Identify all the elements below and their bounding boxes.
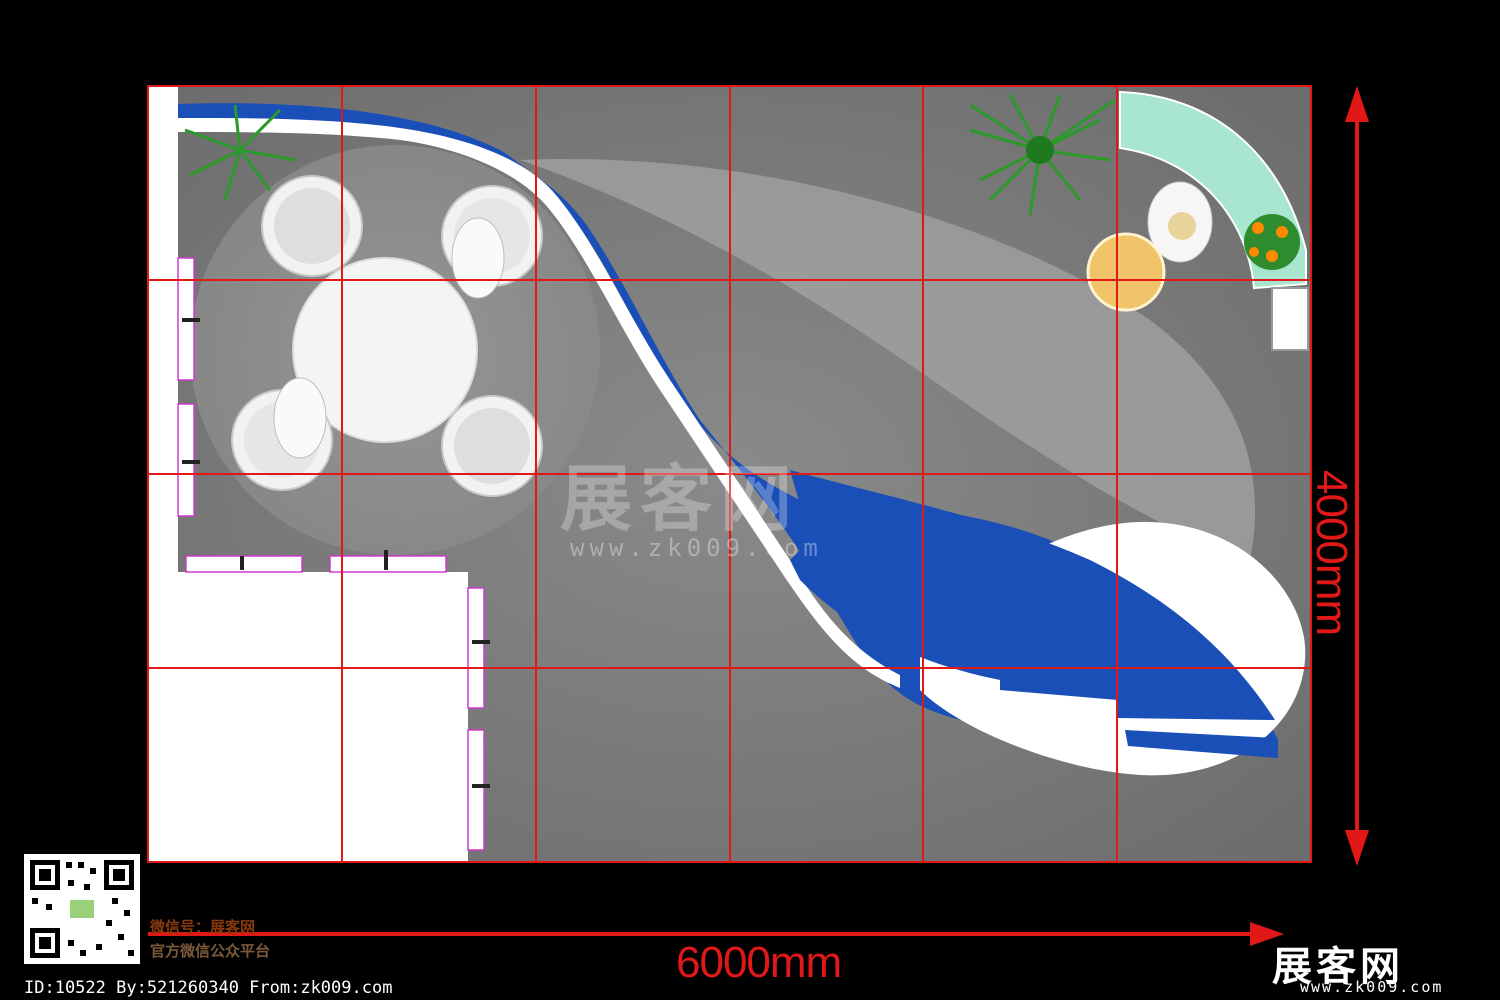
- image-id-line: ID:10522 By:521260340 From:zk009.com: [24, 978, 393, 998]
- chair-icon: [261, 175, 363, 277]
- center-watermark-url: www.zk009.com: [570, 534, 823, 562]
- wechat-id-text: 微信号：展客网: [150, 918, 256, 936]
- brochure-stand: [1271, 287, 1309, 351]
- qr-code-icon: [24, 854, 140, 964]
- small-round-table: [1086, 232, 1166, 312]
- width-dimension-label: 6000mm: [676, 938, 842, 987]
- storage-room: [148, 572, 468, 862]
- wechat-platform-text: 官方微信公众平台: [150, 942, 271, 960]
- height-dimension-label: 4000mm: [1307, 470, 1356, 636]
- flower-pot-icon: [1244, 214, 1300, 270]
- brand-url: www.zk009.com: [1300, 978, 1444, 996]
- chair-icon: [441, 395, 543, 497]
- center-watermark: 展客网: [560, 456, 801, 541]
